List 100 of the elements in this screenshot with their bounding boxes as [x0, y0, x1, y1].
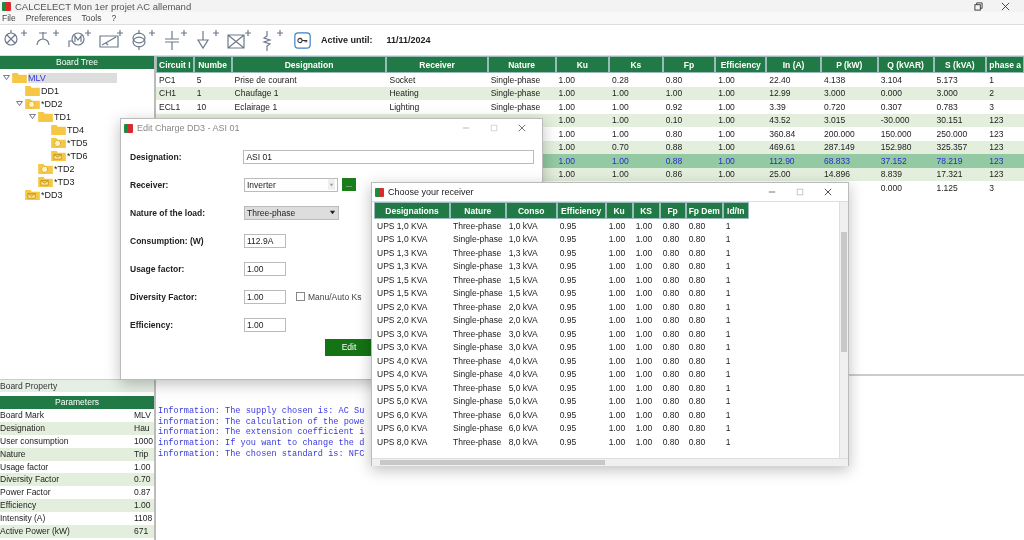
column-header[interactable]: Fp Dem: [685, 202, 723, 219]
column-header[interactable]: Ku: [605, 202, 633, 219]
column-header[interactable]: Id/In: [722, 202, 749, 219]
column-header[interactable]: Designations: [374, 202, 450, 219]
transformer-icon[interactable]: [130, 29, 156, 51]
table-cell-text: 1.00: [634, 341, 654, 354]
capacitor-icon[interactable]: [162, 29, 188, 51]
tree-item[interactable]: *DD2: [41, 98, 63, 109]
tree-item[interactable]: *TD5: [67, 137, 88, 148]
tree-item[interactable]: DD1: [41, 85, 59, 96]
column-header[interactable]: phase a: [986, 56, 1024, 73]
table-cell-text: 1.00: [634, 381, 654, 395]
column-header[interactable]: In (A): [766, 56, 821, 73]
restore-icon[interactable]: [974, 1, 983, 11]
column-header[interactable]: Conso: [505, 202, 557, 219]
property-name: Diversity Factor: [0, 473, 61, 487]
input-field[interactable]: 1.00: [244, 261, 286, 276]
column-header[interactable]: Nature: [450, 202, 506, 219]
scrollbar[interactable]: [839, 202, 848, 458]
expand-arrow-icon[interactable]: [28, 114, 36, 119]
folder-icon: [12, 72, 27, 83]
table-cell: 0.70: [609, 140, 663, 154]
table-cell-text: 1,3 kVA: [507, 260, 539, 273]
tree-item[interactable]: TD4: [67, 124, 84, 135]
close-icon[interactable]: [518, 124, 526, 132]
column-header[interactable]: Efficiency: [715, 56, 767, 73]
table-cell-text: UPS 1,5 KVA: [376, 287, 429, 300]
scrollbar[interactable]: [372, 458, 848, 466]
column-header[interactable]: Designation: [231, 56, 387, 73]
column-header[interactable]: Ks: [609, 56, 663, 73]
menu-item[interactable]: Preferences: [25, 13, 72, 23]
column-header[interactable]: P (kW): [820, 56, 878, 73]
load-icon[interactable]: [194, 29, 220, 51]
table-cell-text: 0.95: [558, 260, 578, 273]
table-cell: 1: [193, 86, 232, 100]
table-cell: 1.00: [555, 113, 610, 127]
heater-icon[interactable]: [98, 29, 124, 51]
table-cell-text: 0.80: [661, 422, 681, 435]
table-cell-text: Three-phase: [452, 408, 503, 422]
envelope-folder-icon: [51, 150, 66, 161]
tree-item[interactable]: *DD3: [41, 189, 63, 200]
expand-arrow-icon[interactable]: [15, 101, 23, 106]
combo-box[interactable]: Inverter: [244, 177, 338, 192]
table-cell-text: 0.80: [687, 300, 707, 314]
column-header[interactable]: Numbe: [193, 56, 232, 73]
table-cell-text: 5,0 kVA: [507, 395, 539, 408]
box-icon[interactable]: [226, 29, 252, 51]
column-header[interactable]: Receiver: [386, 56, 488, 73]
table-cell-text: 1: [724, 314, 732, 327]
column-header[interactable]: Fp: [659, 202, 686, 219]
column-header[interactable]: Q (kVAR): [877, 56, 934, 73]
table-cell-text: 0.80: [661, 314, 681, 327]
column-header[interactable]: Fp: [662, 56, 716, 73]
table-cell-text: 1.00: [607, 327, 627, 341]
folder-icon: [51, 124, 66, 135]
field-label: Nature of the load:: [130, 207, 207, 218]
expand-arrow-icon[interactable]: [2, 75, 10, 80]
menu-item[interactable]: Tools: [81, 13, 102, 23]
tree-item[interactable]: TD1: [54, 111, 71, 122]
table-cell: 78.219: [933, 154, 987, 168]
table-cell-text: 0.80: [661, 273, 681, 287]
table-cell-text: Socket: [388, 73, 417, 87]
tree-item[interactable]: MLV: [28, 72, 117, 83]
menu-item[interactable]: ?: [111, 13, 117, 23]
close-icon[interactable]: [824, 188, 832, 196]
table-cell-text: 3,0 kVA: [507, 327, 539, 341]
table-cell-text: 1.00: [717, 73, 736, 87]
tree-item[interactable]: *TD3: [54, 176, 75, 187]
checkbox[interactable]: [296, 292, 305, 301]
table-cell-text: 0.80: [687, 341, 707, 354]
input-field[interactable]: 1.00: [244, 317, 286, 332]
close-icon[interactable]: [1001, 1, 1010, 11]
checkbox-label[interactable]: Manu/Auto Ks: [308, 291, 362, 302]
column-header[interactable]: Circuit I: [156, 56, 194, 73]
menu-item[interactable]: File: [2, 13, 16, 23]
column-header[interactable]: Nature: [487, 56, 556, 73]
input-field[interactable]: ASI 01: [243, 149, 534, 164]
dropdown[interactable]: Three-phase: [244, 205, 339, 220]
table-cell-text: 1.00: [607, 381, 627, 395]
table-cell-text: 0.80: [661, 287, 681, 300]
table-cell: Chaufage 1: [231, 86, 387, 100]
tree-item[interactable]: *TD2: [54, 163, 75, 174]
input-field[interactable]: 1.00: [244, 289, 286, 304]
table-cell-text: 1.00: [607, 435, 627, 449]
column-header[interactable]: Ku: [555, 56, 610, 73]
property-value: 0.70: [134, 473, 152, 487]
column-header[interactable]: S (kVA): [933, 56, 987, 73]
property-name: Intensity (A): [0, 512, 47, 525]
table-cell-text: 0.80: [661, 395, 681, 408]
input-field[interactable]: 112.9A: [244, 233, 286, 248]
table-cell-text: Lighting: [388, 100, 421, 114]
table-cell-text: 1: [988, 73, 995, 87]
table-cell-text: 0.95: [558, 368, 578, 381]
column-header[interactable]: Efficiency: [556, 202, 606, 219]
edit-button[interactable]: Edit: [325, 339, 373, 356]
column-header[interactable]: KS: [632, 202, 660, 219]
tree-item[interactable]: *TD6: [67, 150, 88, 161]
log-message: information: The extension coefficient i: [158, 427, 365, 438]
property-value: Hau: [134, 421, 151, 435]
key-icon[interactable]: [294, 31, 311, 49]
